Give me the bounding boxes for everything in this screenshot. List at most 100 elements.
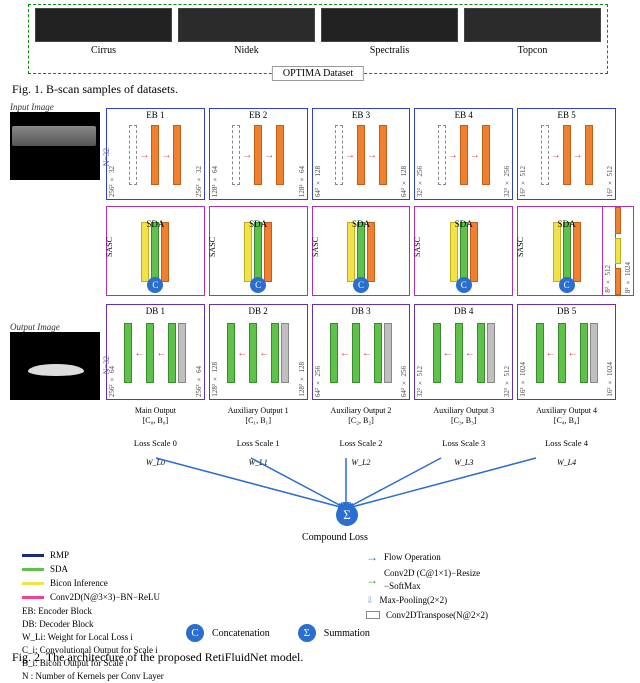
optima-thumbs [29,5,607,45]
red-arrow-icon: → [139,150,149,161]
eb4-dimr: 32² × 256 [503,166,511,197]
eb5-conv2 [585,125,593,185]
eb3-diml: 64² × 128 [314,166,322,197]
db3-title: DB 3 [351,306,370,316]
eb2-conv1 [254,125,262,185]
thumb-cirrus [35,8,172,42]
eb4-diml: 32² × 256 [416,166,424,197]
eb1-dimr: 256² × 32 [195,166,203,197]
circle-legend: CConcatenation ΣSummation [186,624,370,642]
sasc2-in [244,222,252,282]
label-topcon: Topcon [464,45,601,56]
db4-diml: 32² × 512 [416,366,424,397]
db1-c1 [124,323,132,383]
bn-conv1 [615,207,621,234]
eb2-conv2 [276,125,284,185]
decoder-row: DB 1 256² × 64 ← ← 256² × 64 DB 2 128² ×… [106,304,616,400]
sasc5-in [553,222,561,282]
sasc-block-1: SASC SDA C [106,206,205,296]
red-arrow-icon: ← [134,348,144,359]
maxpool-icon: ⇩ [366,594,374,607]
red-arrow-icon: → [551,150,561,161]
db2-c3 [271,323,279,383]
loss-scale-4: Loss Scale 4 [517,438,616,448]
db1-c3 [168,323,176,383]
sasc1-sda [151,222,159,282]
optima-badge: OPTIMA Dataset [272,66,364,81]
sasc4-out [470,222,478,282]
loss-scale-row: Loss Scale 0 Loss Scale 1 Loss Scale 2 L… [106,438,616,448]
loss-scale-2: Loss Scale 2 [312,438,411,448]
db3-c3 [374,323,382,383]
concat-icon: C [456,277,472,293]
db2-c2 [249,323,257,383]
bottleneck-block: 8² × 512 8² × 1024 [602,206,634,296]
db4-c2 [455,323,463,383]
red-arrow-icon: ← [465,348,475,359]
green-arrow-icon: → [366,572,378,589]
bn-sda [615,238,621,265]
eb3-conv2 [379,125,387,185]
encoder-row: EB 1 256² × 32 → → 256² × 32 EB 2 128² ×… [106,108,616,200]
db1-dimr: 256² × 64 [195,366,203,397]
optima-dataset-box: Cirrus Nidek Spectralis Topcon OPTIMA Da… [28,4,608,74]
legend-ctrans: Conv2DTranspose(N@2×2) [386,609,488,622]
sasc5-out [573,222,581,282]
figure-2-caption: Fig. 2. The architecture of the proposed… [12,650,303,665]
summation-icon: Σ [336,504,358,526]
concat-label: Concatenation [212,628,270,639]
eb1-title: EB 1 [146,110,164,120]
red-arrow-icon: → [345,150,355,161]
legend-eb: EB: Encoder Block [22,605,164,618]
eb4-conv2 [482,125,490,185]
bicon-swatch [22,582,44,585]
flow-arrow-icon: → [366,549,378,566]
eb1-conv2 [173,125,181,185]
sda-label-1: SDA [146,219,164,229]
sasc-tag-5: SASC [516,237,525,257]
bn-diml: 8² × 512 [604,265,612,293]
db2-dimr: 128² × 128 [298,362,306,397]
legend-db: DB: Decoder Block [22,618,164,631]
db4-dimr: 32² × 512 [503,366,511,397]
label-spectralis: Spectralis [321,45,458,56]
eb4-conv1 [460,125,468,185]
rmp-swatch [22,554,44,557]
db4-up [487,323,495,383]
red-arrow-icon: → [242,150,252,161]
eb1-proj [129,125,137,185]
db5-dimr: 16² × 1024 [606,362,614,397]
red-arrow-icon: → [470,150,480,161]
concat-icon: C [353,277,369,293]
optima-labels: Cirrus Nidek Spectralis Topcon [29,45,607,56]
encoder-block-2: EB 2 128² × 64 → → 128² × 64 [209,108,308,200]
encoder-block-5: EB 5 16² × 512 → → 16² × 512 [517,108,616,200]
sasc5-sda [563,222,571,282]
legend-conv: Conv2D(N@3×3)−BN−ReLU [50,591,160,604]
sasc4-in [450,222,458,282]
db1-diml: 256² × 64 [108,366,116,397]
compound-loss-label: Compound Loss [302,532,368,543]
eb2-diml: 128² × 64 [211,166,219,197]
page-root: Cirrus Nidek Spectralis Topcon OPTIMA Da… [0,0,640,670]
eb4-proj [438,125,446,185]
eb1-conv1 [151,125,159,185]
sda-label-4: SDA [455,219,473,229]
legend-wli: W_Li: Weight for Local Loss i [22,631,164,644]
eb2-dimr: 128² × 64 [298,166,306,197]
red-arrow-icon: ← [340,348,350,359]
sasc-block-3: SASC SDA C [312,206,411,296]
output-blob [28,364,84,376]
thumb-nidek [178,8,315,42]
sum-label: Summation [324,628,370,639]
thumb-spectralis [321,8,458,42]
legend-bicon: Bicon Inference [50,577,108,590]
eb3-title: EB 3 [352,110,370,120]
db4-title: DB 4 [454,306,473,316]
red-arrow-icon: ← [362,348,372,359]
sda-label-3: SDA [352,219,370,229]
sasc-tag-4: SASC [413,237,422,257]
db3-diml: 64² × 256 [314,366,322,397]
label-nidek: Nidek [178,45,315,56]
eb2-proj [232,125,240,185]
